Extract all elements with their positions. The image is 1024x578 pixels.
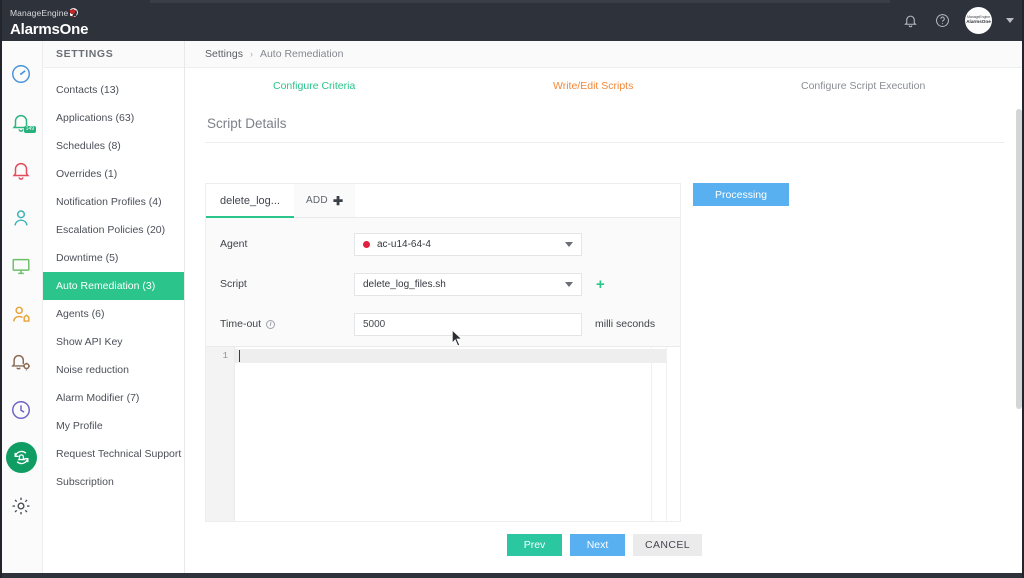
script-label: Script: [220, 278, 354, 290]
header-decor-strip: [150, 0, 890, 3]
top-header-bar: ManageEngine AlarmsOne ManageEngine Alar…: [0, 0, 1024, 41]
logo-brand: ManageEngine: [10, 7, 79, 18]
sidebar-item-escalation-policies[interactable]: Escalation Policies (20): [43, 216, 184, 244]
main-content: Settings › Auto Remediation Configure Cr…: [185, 41, 1024, 578]
monitors-screen-icon[interactable]: [6, 250, 37, 281]
header-actions: ManageEngine AlarmsOne: [901, 7, 1024, 34]
timeout-label-text: Time-out: [220, 318, 262, 330]
agent-row: Agent ac-u14-64-4: [220, 230, 680, 258]
script-details-section: Script Details: [185, 104, 1024, 143]
logo-product: AlarmsOne: [10, 20, 89, 38]
contacts-user-icon[interactable]: [6, 202, 37, 233]
editor-code-area[interactable]: [235, 347, 666, 521]
editor-text-caret: [239, 350, 240, 362]
chevron-down-icon: [565, 241, 573, 247]
alarm-settings-icon[interactable]: [6, 346, 37, 377]
avatar[interactable]: ManageEngine AlarmsOne: [965, 7, 992, 34]
alarms-bell-icon[interactable]: 149: [6, 106, 37, 137]
script-select-value: delete_log_files.sh: [363, 278, 446, 290]
sidebar-item-schedules[interactable]: Schedules (8): [43, 132, 184, 160]
sidebar-item-notification-profiles[interactable]: Notification Profiles (4): [43, 188, 184, 216]
window-frame-left: [0, 0, 2, 578]
timeout-label: Time-out i: [220, 318, 354, 330]
editor-line-gutter: 1: [206, 347, 235, 521]
add-script-tab-button[interactable]: ADD ✚: [293, 184, 356, 217]
alerts-bell-icon[interactable]: [6, 154, 37, 185]
script-tabs: delete_log... ADD ✚: [206, 184, 680, 218]
sidebar-item-noise-reduction[interactable]: Noise reduction: [43, 356, 184, 384]
left-icon-rail: 149: [0, 41, 43, 578]
breadcrumb-separator-icon: ›: [249, 49, 253, 59]
sidebar-item-list: Contacts (13) Applications (63) Schedule…: [43, 68, 184, 496]
script-details-card: delete_log... ADD ✚ Agent ac-u14-64-4 Sc…: [205, 183, 681, 522]
logo-swoosh-icon: [69, 7, 79, 17]
help-icon[interactable]: [933, 12, 951, 30]
sidebar-title-text: SETTINGS: [56, 48, 114, 60]
chevron-down-icon[interactable]: [1006, 18, 1014, 23]
wizard-step-configure-criteria[interactable]: Configure Criteria: [273, 80, 355, 92]
processing-button[interactable]: Processing: [693, 183, 789, 206]
breadcrumb: Settings › Auto Remediation: [185, 41, 1024, 68]
sidebar-item-overrides[interactable]: Overrides (1): [43, 160, 184, 188]
cancel-button[interactable]: CANCEL: [633, 534, 702, 556]
settings-sidebar: SETTINGS Contacts (13) Applications (63)…: [43, 41, 185, 578]
info-icon[interactable]: i: [266, 319, 276, 329]
wizard-step-configure-script-execution[interactable]: Configure Script Execution: [801, 80, 925, 92]
window-bottom-strip: [0, 573, 1024, 578]
editor-wrap-guide: [651, 347, 652, 521]
sidebar-item-request-technical-support[interactable]: Request Technical Support: [43, 440, 184, 468]
agent-select-value: ac-u14-64-4: [377, 238, 431, 250]
script-label-text: Script: [220, 278, 247, 290]
notifications-bell-icon[interactable]: [901, 12, 919, 30]
agent-label: Agent: [220, 238, 354, 250]
timeout-input[interactable]: 5000: [354, 312, 582, 336]
timeout-row: Time-out i 5000 milli seconds: [220, 310, 680, 338]
dashboard-gauge-icon[interactable]: [6, 58, 37, 89]
breadcrumb-root[interactable]: Settings: [205, 48, 243, 60]
add-script-icon[interactable]: +: [596, 277, 605, 292]
alarms-count-badge: 149: [24, 126, 36, 133]
page-title: Script Details: [205, 104, 1004, 143]
avatar-line-2: AlarmsOne: [966, 19, 991, 25]
sidebar-item-show-api-key[interactable]: Show API Key: [43, 328, 184, 356]
sidebar-item-applications[interactable]: Applications (63): [43, 104, 184, 132]
script-tab-delete-log[interactable]: delete_log...: [206, 184, 294, 218]
wizard-footer-actions: Prev Next CANCEL: [185, 534, 1024, 556]
editor-scrollbar[interactable]: [666, 347, 680, 521]
settings-gear-icon[interactable]: [6, 490, 37, 521]
timeout-input-value: 5000: [363, 318, 386, 330]
next-button[interactable]: Next: [570, 534, 625, 556]
wizard-steps: Configure Criteria Write/Edit Scripts Co…: [185, 68, 1024, 104]
agent-status-dot-icon: [363, 240, 370, 248]
history-clock-icon[interactable]: [6, 394, 37, 425]
sidebar-title: SETTINGS: [43, 41, 184, 68]
add-script-label: ADD: [305, 195, 328, 206]
wizard-step-write-edit-scripts[interactable]: Write/Edit Scripts: [553, 80, 633, 92]
script-row: Script delete_log_files.sh +: [220, 270, 680, 298]
sidebar-item-subscription[interactable]: Subscription: [43, 468, 184, 496]
sidebar-item-contacts[interactable]: Contacts (13): [43, 76, 184, 104]
sidebar-item-alarm-modifier[interactable]: Alarm Modifier (7): [43, 384, 184, 412]
script-code-editor[interactable]: 1: [206, 346, 680, 521]
editor-active-line-highlight: [235, 349, 666, 363]
auto-remediation-icon[interactable]: [5, 442, 37, 473]
breadcrumb-current: Auto Remediation: [259, 48, 344, 60]
timeout-unit-label: milli seconds: [595, 318, 656, 330]
app-root: ManageEngine AlarmsOne ManageEngine Alar…: [0, 0, 1024, 578]
script-select[interactable]: delete_log_files.sh: [354, 272, 582, 296]
sidebar-item-downtime[interactable]: Downtime (5): [43, 244, 184, 272]
agent-label-text: Agent: [220, 238, 248, 250]
app-logo[interactable]: ManageEngine AlarmsOne: [10, 4, 130, 38]
script-form: Agent ac-u14-64-4 Script delete_log_file…: [206, 218, 680, 338]
chevron-down-icon: [565, 281, 573, 287]
sidebar-item-my-profile[interactable]: My Profile: [43, 412, 184, 440]
agent-select[interactable]: ac-u14-64-4: [354, 232, 582, 256]
sidebar-item-agents[interactable]: Agents (6): [43, 300, 184, 328]
user-group-icon[interactable]: [6, 298, 37, 329]
plus-icon: ✚: [332, 193, 344, 208]
sidebar-item-auto-remediation[interactable]: Auto Remediation (3): [43, 272, 184, 300]
prev-button[interactable]: Prev: [507, 534, 562, 556]
editor-line-number: 1: [222, 351, 228, 361]
